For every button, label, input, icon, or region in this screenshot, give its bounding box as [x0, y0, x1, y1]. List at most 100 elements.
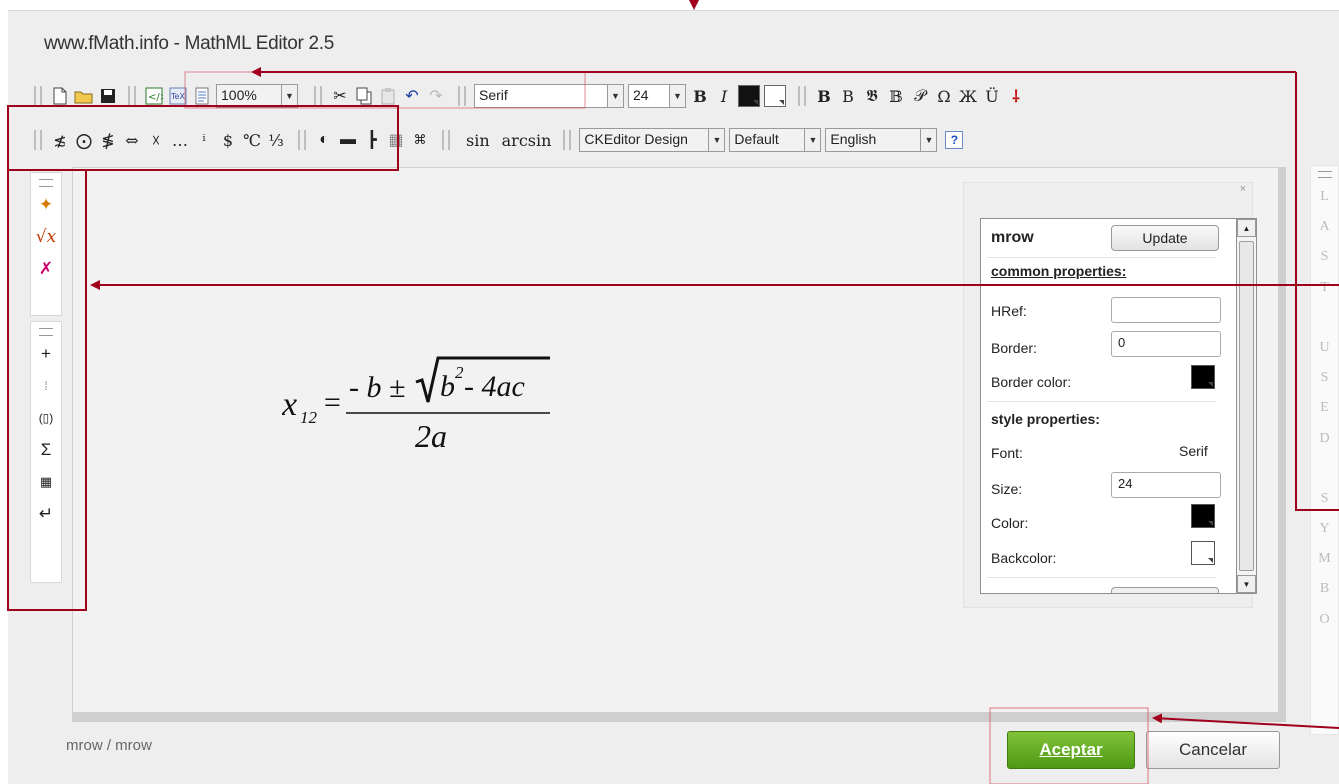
- panel-letter: D: [1319, 430, 1330, 446]
- panel-letter: [1311, 454, 1338, 484]
- tex-source-icon[interactable]: TeX: [168, 84, 188, 108]
- toolbar-grip[interactable]: [34, 86, 42, 106]
- relations-symbol-button[interactable]: ≴: [50, 128, 70, 152]
- panel-letter: B: [1319, 581, 1330, 597]
- undo-icon[interactable]: ↶: [402, 84, 422, 108]
- window-icon[interactable]: ▬: [338, 128, 358, 152]
- bold-button[interactable]: B: [690, 84, 710, 108]
- paste-icon[interactable]: [378, 84, 398, 108]
- toolbar-grip[interactable]: [128, 86, 136, 106]
- accented-letters-button[interactable]: Ü: [982, 84, 1002, 108]
- formula[interactable]: x 12 = - b ± b 2 - 4ac 2a: [281, 350, 562, 470]
- italic-button[interactable]: I: [714, 84, 734, 108]
- arcsin-button[interactable]: arcsin: [502, 128, 552, 152]
- parentheses-icon[interactable]: (▯): [36, 406, 56, 430]
- special-red-icon[interactable]: ⸸: [1006, 84, 1026, 108]
- toolbar-grip[interactable]: [442, 130, 450, 150]
- size-input[interactable]: 24: [1111, 472, 1221, 498]
- style-fraktur-button[interactable]: 𝕭: [862, 84, 882, 108]
- save-icon[interactable]: [98, 84, 118, 108]
- new-document-icon[interactable]: [50, 84, 70, 108]
- text-view-icon[interactable]: [192, 84, 212, 108]
- panel-grip[interactable]: [1311, 166, 1338, 182]
- operators-symbol-button[interactable]: ⨀: [74, 128, 94, 152]
- toolbar-grip[interactable]: [34, 130, 42, 150]
- hidden-update-button[interactable]: [1111, 587, 1219, 593]
- chevron-down-icon: ▼: [607, 85, 623, 107]
- toolbar-grip[interactable]: [314, 86, 322, 106]
- toolbar-row-1: </> TeX 100% ▼ ✂ ↶ ↷ Serif ▼ 24 ▼ B I B …: [30, 80, 1320, 112]
- misc-symbol-button[interactable]: ⁱ: [194, 128, 214, 152]
- toolbar-grip[interactable]: [298, 130, 306, 150]
- zoom-select[interactable]: 100% ▼: [216, 84, 298, 108]
- sqrt-icon[interactable]: √x: [36, 225, 56, 249]
- units-symbol-button[interactable]: ℃: [242, 128, 262, 152]
- ellipsis-symbol-button[interactable]: …: [170, 128, 190, 152]
- scroll-down-icon[interactable]: ▼: [1237, 575, 1256, 593]
- style-double-struck-button[interactable]: 𝔹: [886, 84, 906, 108]
- fraction-layout-icon[interactable]: ⁞: [36, 374, 56, 398]
- font-size-select[interactable]: 24 ▼: [628, 84, 686, 108]
- summation-icon[interactable]: Σ: [36, 438, 56, 462]
- tee-icon[interactable]: ┣: [362, 128, 382, 152]
- style-sans-button[interactable]: B: [838, 84, 858, 108]
- scroll-up-icon[interactable]: ▲: [1237, 219, 1256, 237]
- border-color-picker[interactable]: [1191, 365, 1215, 389]
- style-select[interactable]: Default ▼: [729, 128, 822, 152]
- update-button[interactable]: Update: [1111, 225, 1219, 251]
- panel-letter: S: [1320, 370, 1329, 386]
- formula-equals: =: [322, 386, 342, 419]
- style-bold-button[interactable]: B: [814, 84, 834, 108]
- cyrillic-symbols-button[interactable]: Ж: [958, 84, 978, 108]
- currency-symbol-button[interactable]: $: [218, 128, 238, 152]
- color-picker[interactable]: [1191, 504, 1215, 528]
- arrows-symbol-button[interactable]: ⇔: [122, 128, 142, 152]
- accept-button[interactable]: Aceptar: [1007, 731, 1135, 769]
- command-icon[interactable]: ⌘: [410, 128, 430, 152]
- border-input[interactable]: 0: [1111, 331, 1221, 357]
- text-color-picker[interactable]: [738, 85, 760, 107]
- copy-icon[interactable]: [354, 84, 374, 108]
- contrast-icon[interactable]: ◐: [314, 128, 334, 152]
- magic-wand-icon[interactable]: ✦: [36, 193, 56, 217]
- element-name: mrow: [991, 229, 1034, 246]
- cancel-button[interactable]: Cancelar: [1146, 731, 1280, 769]
- plus-icon[interactable]: +: [36, 342, 56, 366]
- draw-icon[interactable]: ✗: [36, 257, 56, 281]
- style-script-button[interactable]: 𝒫: [910, 84, 930, 108]
- set-symbol-button[interactable]: ≸: [98, 128, 118, 152]
- mathml-source-icon[interactable]: </>: [144, 84, 164, 108]
- sidebar-grip[interactable]: [39, 328, 53, 336]
- font-family-select[interactable]: Serif ▼: [474, 84, 624, 108]
- matrix-icon[interactable]: ▦: [36, 470, 56, 494]
- redo-icon[interactable]: ↷: [426, 84, 446, 108]
- cut-icon[interactable]: ✂: [330, 84, 350, 108]
- background-color-picker[interactable]: [764, 85, 786, 107]
- scrollbar-thumb[interactable]: [1239, 241, 1254, 571]
- backcolor-picker[interactable]: [1191, 541, 1215, 565]
- greek-symbols-button[interactable]: Ω: [934, 84, 954, 108]
- close-icon[interactable]: ×: [1240, 183, 1246, 195]
- toolbar-grip[interactable]: [798, 86, 806, 106]
- properties-scrollbar[interactable]: ▲ ▼: [1237, 218, 1257, 594]
- tools-sidebar: ✦ √x ✗: [30, 172, 62, 316]
- cross-symbol-button[interactable]: ☓: [146, 128, 166, 152]
- language-select[interactable]: English ▼: [825, 128, 938, 152]
- sin-button[interactable]: sin: [466, 128, 490, 152]
- href-input[interactable]: [1111, 297, 1221, 323]
- panel-letter: [1311, 303, 1338, 333]
- properties-panel: mrow Update common properties: HRef: Bor…: [980, 218, 1237, 594]
- radicand-rest: - 4ac: [464, 370, 525, 403]
- toolbar-grip[interactable]: [458, 86, 466, 106]
- gradient-icon[interactable]: ▦: [386, 128, 406, 152]
- fractions-symbol-button[interactable]: ⅓: [266, 128, 286, 152]
- return-icon[interactable]: ↵: [36, 502, 56, 526]
- radicand-exp: 2: [455, 363, 464, 382]
- toolbar-grip[interactable]: [563, 130, 572, 150]
- design-select[interactable]: CKEditor Design ▼: [579, 128, 726, 152]
- chevron-down-icon: ▼: [920, 129, 937, 151]
- open-folder-icon[interactable]: [74, 84, 94, 108]
- sidebar-grip[interactable]: [39, 179, 53, 187]
- svg-text:</>: </>: [148, 92, 163, 103]
- help-button[interactable]: ?: [945, 131, 964, 149]
